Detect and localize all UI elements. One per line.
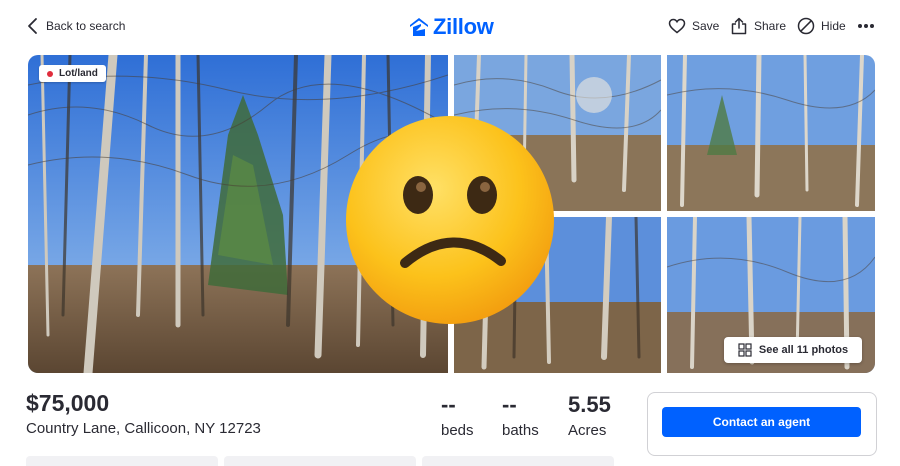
- save-label: Save: [692, 19, 720, 33]
- beds-label: beds: [441, 422, 474, 439]
- tab-stub-2[interactable]: [224, 456, 416, 466]
- tab-stub-1[interactable]: [26, 456, 218, 466]
- back-to-search-button[interactable]: Back to search: [26, 14, 125, 38]
- logo-text: Zillow: [433, 14, 494, 39]
- tab-stub-3[interactable]: [422, 456, 614, 466]
- acres-value: 5.55: [568, 392, 611, 417]
- grid-icon: [738, 343, 752, 357]
- heart-icon: [668, 18, 686, 34]
- baths-value: --: [502, 392, 517, 417]
- hide-icon: [797, 17, 815, 35]
- chevron-left-icon: [28, 18, 37, 34]
- share-label: Share: [754, 19, 787, 33]
- confused-face-emoji: [343, 113, 557, 327]
- zillow-logo-icon: [410, 18, 428, 36]
- beds-fact: -- beds: [441, 392, 474, 439]
- baths-label: baths: [502, 422, 539, 439]
- share-icon: [731, 17, 747, 35]
- baths-fact: -- baths: [502, 392, 539, 439]
- photo-3[interactable]: [667, 55, 875, 211]
- contact-agent-button[interactable]: Contact an agent: [662, 407, 861, 437]
- hide-button[interactable]: Hide: [797, 14, 846, 38]
- listing-price: $75,000: [26, 390, 110, 416]
- acres-label: Acres: [568, 422, 607, 439]
- zillow-logo[interactable]: Zillow: [409, 14, 494, 40]
- beds-value: --: [441, 392, 456, 417]
- hide-label: Hide: [821, 19, 846, 33]
- save-button[interactable]: Save: [668, 14, 719, 38]
- acres-fact: 5.55 Acres: [568, 392, 611, 439]
- see-all-photos-label: See all 11 photos: [758, 344, 849, 356]
- share-button[interactable]: Share: [730, 14, 786, 38]
- property-type-badge: Lot/land: [39, 65, 106, 82]
- more-icon[interactable]: [858, 18, 878, 34]
- listing-address: Country Lane, Callicoon, NY 12723: [26, 420, 261, 437]
- status-dot-icon: [47, 70, 53, 77]
- see-all-photos-button[interactable]: See all 11 photos: [724, 337, 862, 363]
- back-to-search-label: Back to search: [46, 19, 126, 33]
- property-type-label: Lot/land: [59, 68, 98, 79]
